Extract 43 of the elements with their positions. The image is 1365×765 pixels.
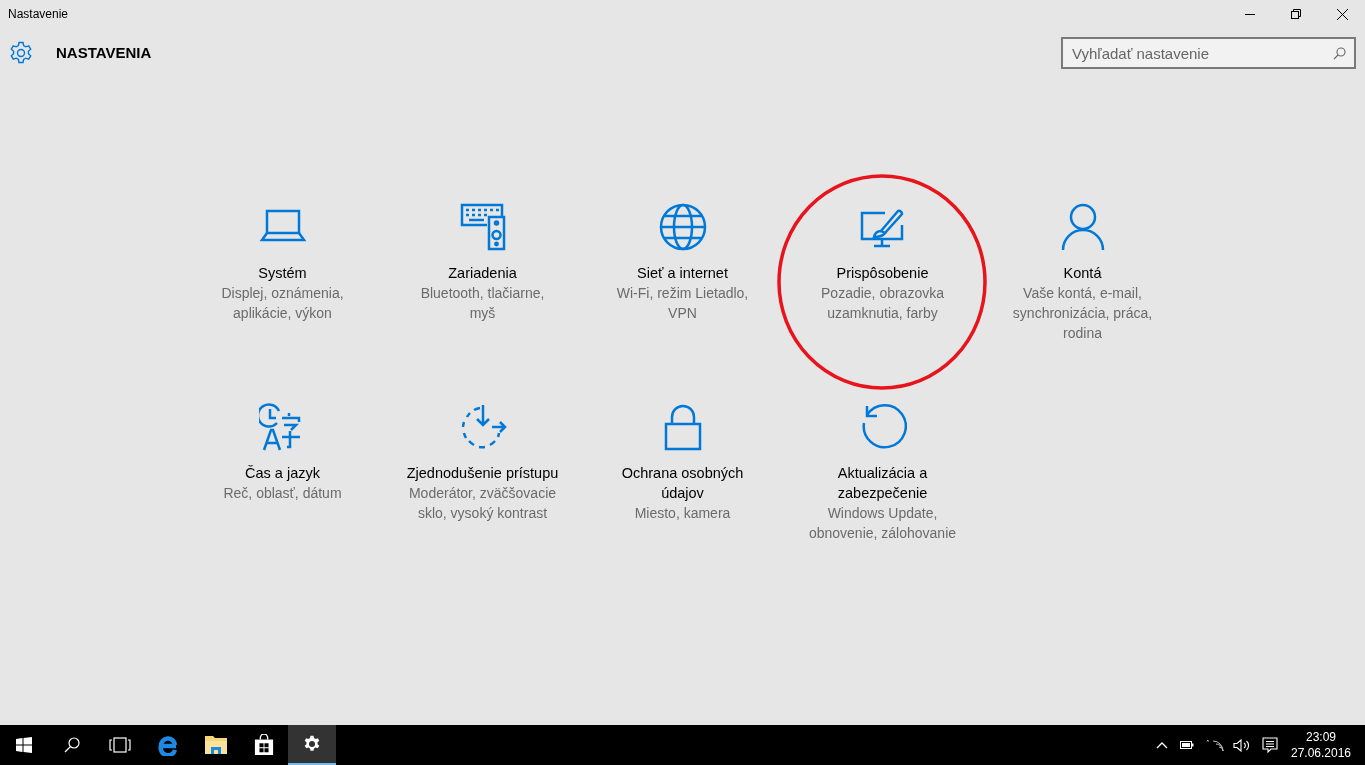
clock-date: 27.06.2016 [1290,745,1352,761]
category-description: Wi-Fi, režim Lietadlo, VPN [615,284,750,323]
category-title[interactable]: Sieť a internet [602,263,763,283]
folder-icon [204,734,228,756]
keyboard-speaker-icon[interactable] [458,203,507,251]
category-description: Windows Update, obnovenie, zálohovanie [807,504,958,543]
search-field[interactable]: Vyhľadať nastavenie [1061,37,1356,69]
taskbar-button[interactable] [288,725,336,765]
notification-icon[interactable] [1262,737,1278,753]
window-title: Nastavenie [8,6,69,23]
chevron-up-icon[interactable] [1156,741,1168,749]
category-description: Miesto, kamera [633,504,732,523]
search-icon [64,737,80,753]
category-title[interactable]: Čas a jazyk [202,463,363,483]
category-title[interactable]: Zariadenia [402,263,563,283]
battery-icon[interactable] [1180,741,1194,749]
letter-e-icon [157,734,179,756]
category-title[interactable]: Systém [202,263,363,283]
settings-icon [9,41,33,65]
category-title[interactable]: Ochrana osobných údajov [602,463,763,503]
minimize-icon [1245,13,1255,15]
category-description: Reč, oblasť, dátum [222,484,343,503]
search-icon [1333,47,1346,60]
category-title[interactable]: Kontá [1002,263,1163,283]
category-description: Moderátor, zväčšovacie sklo, vysoký kontrast [407,484,558,523]
clock[interactable]: 23:09 27.06.2016 [1291,729,1351,761]
category-title[interactable]: Aktualizácia a zabezpečenie [802,463,963,503]
shopping-bag-icon [254,734,274,756]
globe-icon[interactable] [658,203,707,251]
settings-icon [303,735,321,753]
restore-icon [1291,9,1301,19]
clock-time: 23:09 [1306,729,1336,745]
category-description: Bluetooth, tlačiarne, myš [419,284,546,323]
close-icon [1336,8,1348,20]
category-title[interactable]: Prispôsobenie [802,263,963,283]
category-description: Pozadie, obrazovka uzamknutia, farby [820,284,945,323]
task-view-icon [109,737,131,753]
speaker-icon[interactable] [1233,738,1250,752]
page-title: NASTAVENIA [56,42,152,63]
windows-logo-icon [16,737,32,753]
category-title[interactable]: Zjednodušenie prístupu [402,463,563,483]
category-description: Displej, oznámenia, aplikácie, výkon [220,284,345,323]
category-description: Vaše kontá, e-mail, synchronizácia, práca, rodina [1011,284,1154,343]
